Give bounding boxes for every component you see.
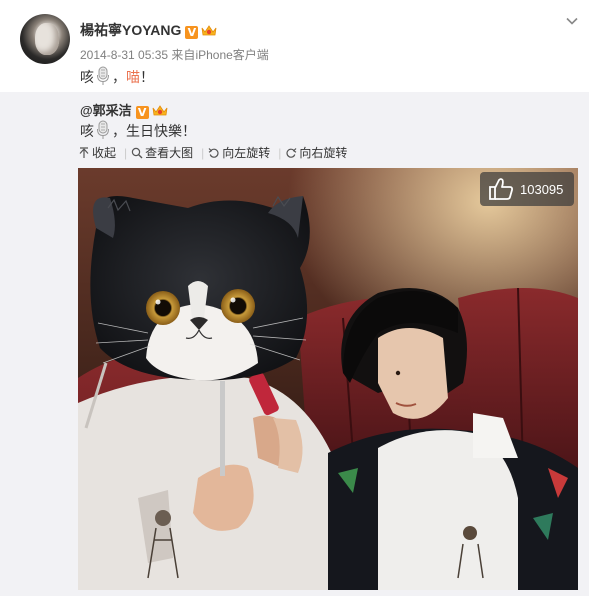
post-meta: 2014-8-31 05:35 来自iPhone客户端 <box>80 46 269 63</box>
view-large-label: 查看大图 <box>145 146 194 160</box>
repost-text-prefix: 咳 <box>80 123 94 139</box>
chevron-down-icon[interactable] <box>565 14 579 28</box>
repost-verified-badge-icon[interactable]: V <box>135 106 149 119</box>
verified-badge-icon[interactable]: V <box>185 26 199 39</box>
rotate-left-button[interactable]: 向左旋转 <box>208 144 270 161</box>
collapse-label: 收起 <box>92 146 117 160</box>
author-name-link[interactable]: 楊祐寧YOYANG <box>80 22 181 38</box>
like-count: 103095 <box>520 182 564 197</box>
post-text: 咳 ，喵！ <box>80 66 154 87</box>
post-author: 楊祐寧YOYANG V <box>80 20 217 40</box>
repost-text: 咳 ，生日快樂！ <box>80 120 196 141</box>
crown-icon[interactable] <box>201 24 217 37</box>
post-photo[interactable]: 103095 <box>78 168 578 590</box>
post-text-prefix: 咳 <box>80 69 94 85</box>
repost-container: @郭采洁V 咳 ，生日快樂！ 收起 | 查看大图 | 向左旋转 | 向右旋转 <box>0 92 589 596</box>
repost-author: @郭采洁 V <box>80 100 168 119</box>
view-large-button[interactable]: 查看大图 <box>131 144 193 161</box>
post-text-end: ！ <box>140 69 154 85</box>
photo-illustration <box>78 168 578 590</box>
rotate-right-icon <box>286 148 297 158</box>
rotate-right-button[interactable]: 向右旋转 <box>285 144 347 161</box>
post-text-sep: ， <box>112 69 126 85</box>
rotate-left-icon <box>208 148 219 158</box>
collapse-icon <box>79 147 89 158</box>
repost-microphone-icon <box>97 120 109 139</box>
post-timestamp-link[interactable]: 2014-8-31 05:35 <box>80 48 168 62</box>
source-prefix: 来自 <box>171 48 196 62</box>
magnifier-icon <box>131 147 143 159</box>
rotate-left-label: 向左旋转 <box>222 146 271 160</box>
avatar[interactable] <box>20 14 70 64</box>
repost-author-link[interactable]: @郭采洁 <box>80 103 132 118</box>
microphone-icon <box>97 66 109 85</box>
collapse-button[interactable]: 收起 <box>78 144 116 161</box>
repost-text-rest: ，生日快樂！ <box>112 123 196 139</box>
thumbs-up-icon <box>489 178 513 200</box>
source-link[interactable]: iPhone客户端 <box>195 48 268 62</box>
image-toolbar: 收起 | 查看大图 | 向左旋转 | 向右旋转 <box>78 144 351 161</box>
post-text-meow: 喵 <box>126 69 140 85</box>
rotate-right-label: 向右旋转 <box>299 146 348 160</box>
repost-crown-icon[interactable] <box>152 104 168 117</box>
like-badge[interactable]: 103095 <box>480 172 574 206</box>
